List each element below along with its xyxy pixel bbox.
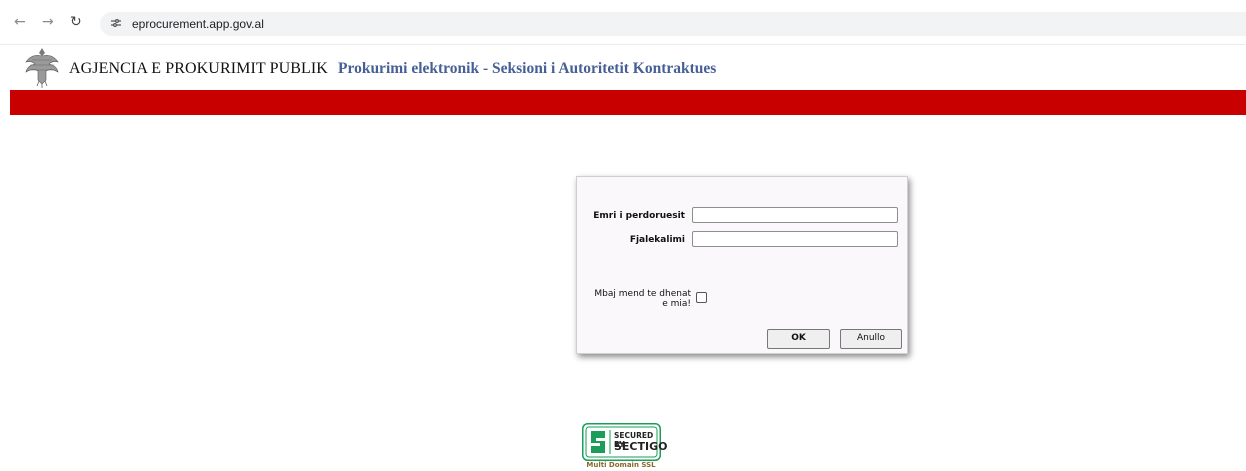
system-title: Prokurimi elektronik - Seksioni i Autori…: [338, 60, 717, 77]
url-text[interactable]: eprocurement.app.gov.al: [132, 17, 264, 31]
site-info-icon[interactable]: [110, 17, 122, 32]
site-header: AGJENCIA E PROKURIMIT PUBLIK Prokurimi e…: [0, 44, 1246, 90]
reload-icon[interactable]: ↻: [70, 15, 82, 29]
remember-me-label: Mbaj mend te dhenat e mia!: [594, 289, 691, 309]
cancel-button[interactable]: Anullo: [840, 329, 902, 349]
seal-line-2: SECTIGO: [614, 440, 668, 453]
forward-arrow-icon[interactable]: →: [42, 15, 54, 29]
browser-toolbar: ← → ↻ eprocurement.app.gov.al: [0, 0, 1246, 45]
address-bar[interactable]: eprocurement.app.gov.al: [100, 12, 1246, 36]
remember-me-checkbox[interactable]: [696, 292, 707, 303]
password-label: Fjalekalimi: [629, 235, 685, 245]
ok-button[interactable]: OK: [767, 329, 830, 349]
agency-name: AGJENCIA E PROKURIMIT PUBLIK: [69, 60, 328, 77]
username-label: Emri i perdoruesit: [593, 211, 685, 221]
seal-caption: Multi Domain SSL: [586, 461, 656, 469]
back-arrow-icon[interactable]: ←: [14, 15, 26, 29]
login-dialog: Emri i perdoruesit Fjalekalimi Mbaj mend…: [576, 176, 908, 354]
sectigo-seal[interactable]: SECURED BY SECTIGO: [582, 423, 668, 461]
username-input[interactable]: [692, 207, 898, 223]
albanian-eagle-emblem-icon: [24, 44, 60, 88]
password-input[interactable]: [692, 231, 898, 247]
header-red-band: [10, 90, 1246, 115]
